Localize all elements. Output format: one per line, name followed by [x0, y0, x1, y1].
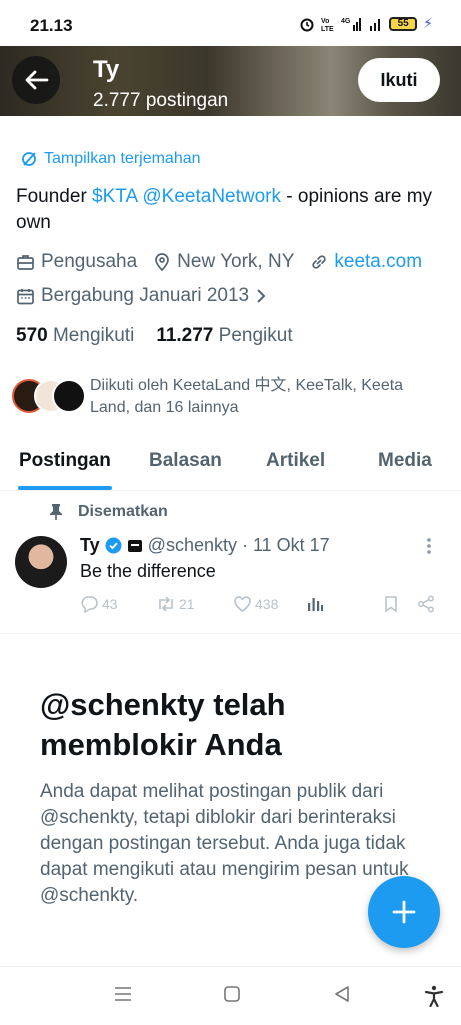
home-icon[interactable]: [223, 985, 241, 1003]
back-arrow-icon: [25, 70, 49, 90]
following-count-link[interactable]: 570 Mengikuti: [16, 325, 134, 347]
chevron-right-icon: [257, 289, 266, 303]
profile-header: Ty 2.777 postingan Ikuti: [0, 46, 461, 116]
share-icon: [418, 595, 434, 613]
following-label: Mengikuti: [52, 325, 135, 346]
followers-count: 11.277: [156, 325, 214, 346]
tab-articles[interactable]: Artikel: [266, 450, 325, 472]
header-post-count: 2.777 postingan: [93, 90, 229, 111]
translate-label: Tampilkan terjemahan: [44, 150, 201, 167]
battery-indicator: 55: [389, 16, 418, 31]
more-options-icon[interactable]: [426, 536, 432, 556]
location-pin-icon: [155, 253, 170, 272]
back-nav-icon[interactable]: [333, 985, 351, 1003]
website-item[interactable]: keeta.com: [310, 251, 422, 273]
bio-prefix: Founder: [16, 186, 93, 207]
profile-bio: Founder $KTA @KeetaNetwork - opinions ar…: [16, 184, 451, 236]
signal-4g-icon: 4G: [341, 17, 362, 31]
follow-button[interactable]: Ikuti: [358, 58, 440, 102]
joined-row[interactable]: Bergabung Januari 2013: [16, 285, 283, 307]
occupation-text: Pengusaha: [41, 251, 138, 272]
retweet-button[interactable]: 21: [156, 595, 195, 613]
tweet-header: Ty @schenkty · 11 Okt 17: [80, 535, 330, 556]
plus-icon: [392, 900, 416, 924]
views-button[interactable]: [306, 595, 324, 613]
tweet-author-name[interactable]: Ty: [80, 535, 100, 556]
blocked-title: @schenkty telah memblokir Anda: [40, 687, 286, 762]
joined-text: Bergabung Januari 2013: [41, 285, 250, 306]
compose-button[interactable]: [368, 876, 440, 948]
volte-icon: VoLTE: [321, 18, 334, 32]
verified-badge-icon: [105, 537, 122, 554]
charging-icon: ⚡: [423, 15, 433, 31]
joined-item[interactable]: Bergabung Januari 2013: [16, 285, 267, 307]
affiliate-badge-icon: [127, 539, 142, 552]
tweet-text: Be the difference: [80, 561, 216, 581]
following-count: 570: [16, 325, 48, 346]
header-name: Ty: [93, 56, 120, 83]
profile-tabs: Postingan Balasan Artikel Media: [0, 440, 461, 491]
status-time: 21.13: [30, 16, 73, 35]
tweet-handle[interactable]: @schenkty: [148, 535, 237, 556]
pinned-label-row: Disematkan: [48, 503, 168, 521]
alarm-icon: [300, 18, 314, 31]
briefcase-icon: [17, 254, 34, 270]
tab-replies[interactable]: Balasan: [149, 450, 222, 472]
occupation-item: Pengusaha: [16, 251, 137, 273]
followers-count-link[interactable]: 11.277 Pengikut: [156, 325, 292, 347]
analytics-icon: [308, 598, 323, 611]
follow-counts: 570 Mengikuti 11.277 Pengikut: [16, 325, 293, 347]
menu-icon[interactable]: [113, 985, 133, 1003]
location-text: New York, NY: [177, 251, 295, 272]
tab-media[interactable]: Media: [378, 450, 432, 472]
link-icon: [312, 255, 327, 269]
blocked-body: Anda dapat melihat postingan publik dari…: [40, 781, 409, 906]
retweet-icon: [159, 596, 173, 612]
status-bar: 21.13 Vo LTE 4G 55 ⚡: [0, 0, 461, 46]
share-button[interactable]: [417, 595, 435, 613]
location-item: New York, NY: [153, 251, 294, 273]
system-nav-bar: [0, 966, 461, 1025]
avatar: [52, 379, 86, 413]
tweet-date: · 11 Okt 17: [241, 535, 330, 555]
followers-label: Pengikut: [218, 325, 293, 346]
svg-text:Vo: Vo: [321, 18, 329, 25]
like-button[interactable]: 438: [233, 595, 278, 613]
active-tab-indicator: [18, 486, 112, 490]
svg-text:4G: 4G: [341, 18, 351, 25]
tweet-author-avatar[interactable]: [15, 536, 67, 588]
pinned-label: Disematkan: [78, 503, 168, 520]
back-button[interactable]: [12, 56, 60, 104]
translate-link[interactable]: Tampilkan terjemahan: [20, 150, 201, 168]
calendar-icon: [17, 288, 34, 304]
followed-by-text: Diikuti oleh KeetaLand 中文, KeeTalk, Keet…: [90, 377, 404, 416]
reply-count: 43: [102, 596, 118, 612]
translate-icon: [22, 152, 36, 166]
status-icons: Vo LTE 4G 55 ⚡: [299, 15, 433, 32]
followed-by[interactable]: Diikuti oleh KeetaLand 中文, KeeTalk, Keet…: [12, 375, 403, 416]
heart-icon: [234, 596, 251, 612]
accessibility-icon[interactable]: [424, 985, 444, 1007]
reply-icon: [81, 596, 98, 613]
bookmark-button[interactable]: [383, 595, 399, 613]
bio-cashtag-link[interactable]: $KTA: [92, 186, 137, 207]
reply-button[interactable]: 43: [80, 595, 118, 613]
signal-icon: [370, 18, 381, 31]
website-link[interactable]: keeta.com: [334, 251, 422, 273]
like-count: 438: [255, 596, 279, 612]
svg-text:LTE: LTE: [321, 26, 334, 32]
bio-mention-link[interactable]: @KeetaNetwork: [142, 186, 281, 207]
profile-meta: Pengusaha New York, NY keeta.com: [16, 251, 438, 273]
divider: [0, 633, 461, 634]
tab-posts[interactable]: Postingan: [19, 450, 111, 472]
followed-by-avatars: [12, 375, 86, 415]
retweet-count: 21: [179, 596, 195, 612]
bookmark-icon: [385, 596, 397, 613]
tweet-actions: 43 21 438: [80, 595, 440, 619]
pin-icon: [50, 504, 62, 520]
